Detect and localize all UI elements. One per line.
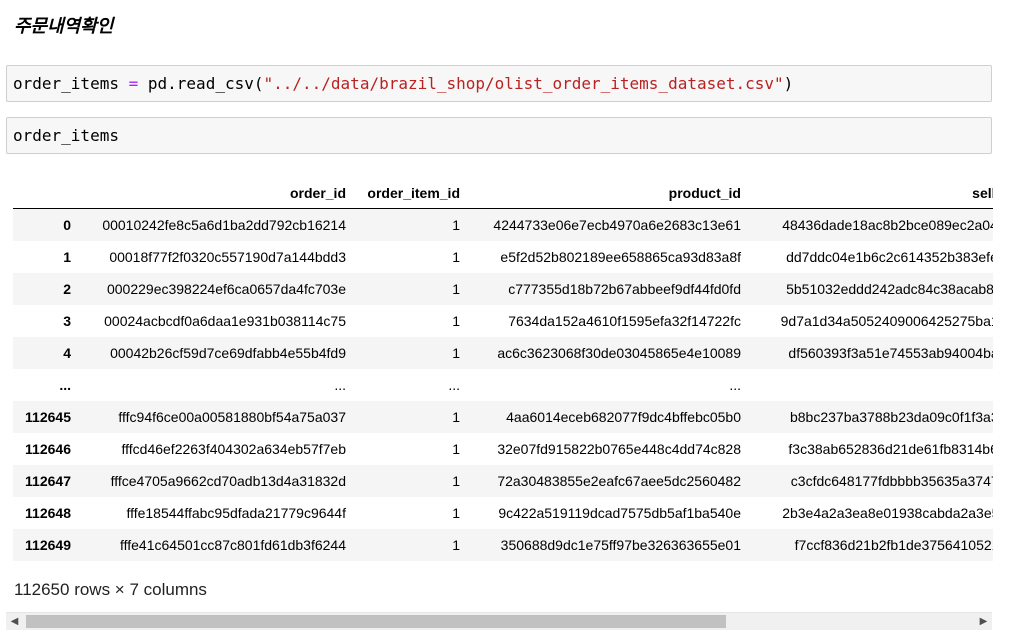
cell-product-id: e5f2d52b802189ee658865ca93d83a8f [500,249,741,265]
cell-order-id: 00024acbcdf0a6daa1e931b038114c75 [104,313,346,329]
table-row: ............... [13,369,993,401]
code-cell-read-csv[interactable]: order_items = pd.read_csv("../../data/br… [6,65,992,102]
row-index: 112646 [25,441,71,457]
column-header: order_item_id [350,178,464,209]
scroll-thumb[interactable] [26,615,726,628]
cell-order-item-id: 1 [452,473,460,489]
code-text: order_items [13,126,119,145]
cell-product-id: ac6c3623068f30de03045865e4e10089 [497,345,741,361]
cell-order-item-id: 1 [452,313,460,329]
cell-order-item-id: 1 [452,345,460,361]
code-operator: = [128,74,139,93]
cell-order-item-id: 1 [452,249,460,265]
dataframe-output: order_idorder_item_idproduct_idseller_id… [13,178,993,562]
cell-product-id: 4244733e06e7ecb4970a6e2683c13e61 [493,217,741,233]
cell-seller-id: 5b51032eddd242adc84c38acab88f23d [786,281,993,297]
row-index: 112649 [25,537,71,553]
row-index: 4 [63,345,71,361]
cell-order-id: 000229ec398224ef6ca0657da4fc703e [106,281,346,297]
row-index: 3 [63,313,71,329]
cell-seller-id: dd7ddc04e1b6c2c614352b383efe2d36 [786,249,993,265]
cell-order-id: fffe41c64501cc87c801fd61db3f6244 [119,537,346,553]
header-row: order_idorder_item_idproduct_idseller_id [13,178,993,209]
cell-product-id: 32e07fd915822b0765e448c4dd74c828 [497,441,741,457]
cell-order-item-id: 1 [452,217,460,233]
table-body: 0 00010242fe8c5a6d1ba2dd792cb16214 1 424473… [13,208,993,561]
cell-order-id: 00042b26cf59d7ce69dfabb4e55b4fd9 [110,345,346,361]
cell-product-id: 4aa6014eceb682077f9dc4bffebc05b0 [506,409,741,425]
cell-seller-id: f3c38ab652836d21de61fb8314b69182 [788,441,993,457]
section-heading: 주문내역확인 [14,16,114,37]
scroll-left-icon[interactable]: ◀ [6,613,23,630]
cell-order-item-id: 1 [452,281,460,297]
column-header: product_id [464,178,745,209]
cell-seller-id: c3cfdc648177fdbbbb35635a37472c53 [790,473,993,489]
cell-order-id: fffcd46ef2263f404302a634eb57f7eb [121,441,347,457]
column-header: seller_id [745,178,993,209]
cell-order-item-id: 1 [452,505,460,521]
code-string: "../../data/brazil_shop/olist_order_item… [263,74,784,93]
cell-order-item-id: 1 [452,409,460,425]
table-row: 3 00024acbcdf0a6daa1e931b038114c75 1 7634da… [13,305,993,337]
dataframe-table: order_idorder_item_idproduct_idseller_id… [13,178,993,561]
row-index: 2 [63,281,71,297]
cell-seller-id: 2b3e4a2a3ea8e01938cabda2a3e5cc79 [782,505,993,521]
cell-order-id: fffc94f6ce00a00581880bf54a75a037 [118,409,346,425]
table-row: 112647 fffce4705a9662cd70adb13d4a31832d 1 7… [13,465,993,497]
cell-product-id: 350688d9dc1e75ff97be326363655e01 [500,537,741,553]
cell-product-id: 7634da152a4610f1595efa32f14722fc [508,313,741,329]
cell-product-id: 9c422a519119dcad7575db5af1ba540e [498,505,741,521]
code-call: pd.read_csv( [147,74,264,93]
cell-order-item-id: ... [448,377,460,393]
cell-seller-id: 48436dade18ac8b2bce089ec2a041202 [782,217,993,233]
table-row: 0 00010242fe8c5a6d1ba2dd792cb16214 1 424473… [13,208,993,241]
cell-product-id: ... [729,377,741,393]
cell-order-id: 00018f77f2f0320c557190d7a144bdd3 [109,249,346,265]
cell-order-id: 00010242fe8c5a6d1ba2dd792cb16214 [102,217,346,233]
table-row: 1 00018f77f2f0320c557190d7a144bdd3 1 e5f2d5… [13,241,993,273]
horizontal-scrollbar[interactable]: ◀ ▶ [6,612,992,630]
row-index: 1 [63,249,71,265]
table-row: 4 00042b26cf59d7ce69dfabb4e55b4fd9 1 ac6c36… [13,337,993,369]
row-index: ... [59,377,71,393]
row-index: 112648 [25,505,71,521]
code-close: ) [783,74,794,93]
scroll-right-icon[interactable]: ▶ [975,613,992,630]
cell-order-id: ... [334,377,346,393]
cell-order-id: fffe18544ffabc95dfada21779c9644f [126,505,346,521]
table-row: 112645 fffc94f6ce00a00581880bf54a75a037 1 4… [13,401,993,433]
cell-seller-id: ... [745,369,993,401]
cell-order-item-id: 1 [452,441,460,457]
table-row: 112648 fffe18544ffabc95dfada21779c9644f 1 9… [13,497,993,529]
table-row: 112649 fffe41c64501cc87c801fd61db3f6244 1 3… [13,529,993,561]
table-row: 112646 fffcd46ef2263f404302a634eb57f7eb 1 3… [13,433,993,465]
row-index: 0 [63,217,71,233]
cell-seller-id: df560393f3a51e74553ab94004ba5c87 [788,345,993,361]
cell-product-id: c777355d18b72b67abbeef9df44fd0fd [508,281,741,297]
cell-seller-id: b8bc237ba3788b23da09c0f1f3a3288c [789,409,993,425]
row-index: 112645 [25,409,71,425]
row-index: 112647 [25,473,71,489]
index-header [13,178,75,209]
cell-seller-id: 9d7a1d34a5052409006425275ba1c2b4 [780,313,993,329]
code-cell-display[interactable]: order_items [6,117,992,154]
cell-order-item-id: 1 [452,537,460,553]
table-row: 2 000229ec398224ef6ca0657da4fc703e 1 c77735… [13,273,993,305]
table-header: order_idorder_item_idproduct_idseller_id [13,178,993,209]
cell-order-id: fffce4705a9662cd70adb13d4a31832d [110,473,346,489]
cell-seller-id: f7ccf836d21b2fb1de37564105216cc1 [794,537,993,553]
cell-product-id: 72a30483855e2eafc67aee5dc2560482 [497,473,741,489]
code-variable: order_items [13,74,119,93]
column-header: order_id [75,178,350,209]
row-count-summary: 112650 rows × 7 columns [14,580,207,599]
